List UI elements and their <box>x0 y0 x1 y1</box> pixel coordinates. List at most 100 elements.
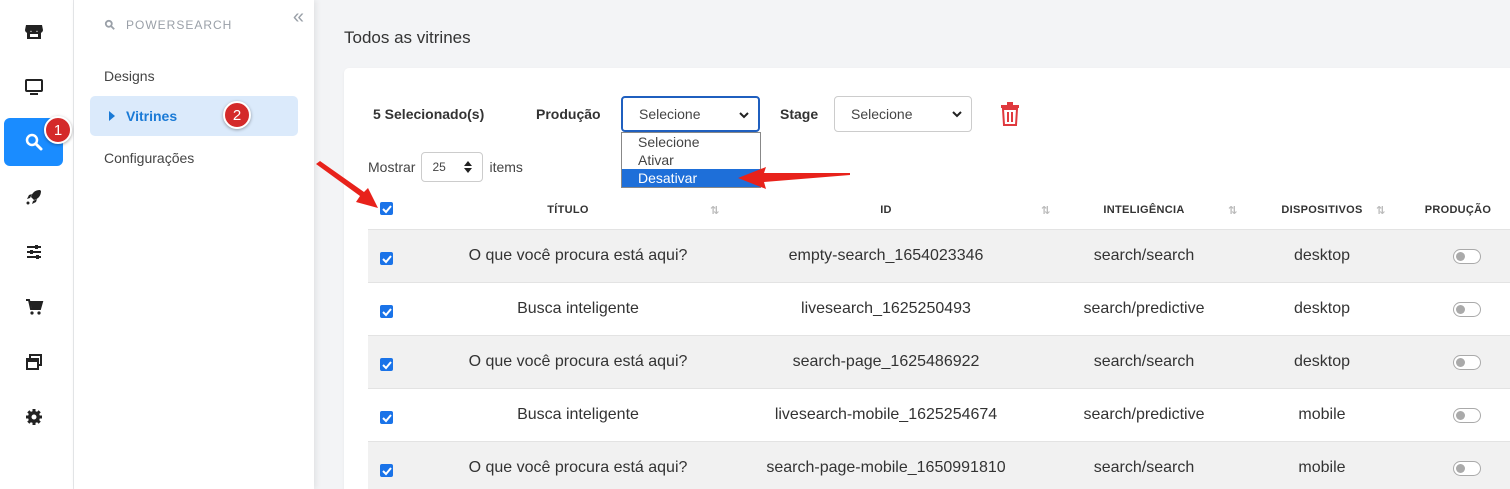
cell-inteligencia: search/predictive <box>1083 300 1205 317</box>
sort-icon[interactable]: ⇅ <box>1041 204 1051 217</box>
page-size-select[interactable]: 25 <box>421 152 484 182</box>
row-checkbox[interactable] <box>380 252 393 265</box>
sidebar: POWERSEARCH « Designs Vitrines 2 Configu… <box>74 0 314 489</box>
select-all-checkbox[interactable] <box>380 202 393 215</box>
row-checkbox[interactable] <box>380 358 393 371</box>
store-icon <box>24 25 43 39</box>
column-header-dispositivos[interactable]: DISPOSITIVOS <box>1262 204 1382 216</box>
cell-dispositivos: desktop <box>1293 300 1351 317</box>
producao-toggle[interactable] <box>1453 355 1481 370</box>
icon-rail: 1 <box>0 0 74 489</box>
cell-titulo: Busca inteligente <box>517 300 639 317</box>
cell-dispositivos: desktop <box>1293 247 1351 264</box>
row-checkbox[interactable] <box>380 464 393 477</box>
step-badge-2: 2 <box>223 101 251 129</box>
sidebar-item-configuracoes[interactable]: Configurações <box>104 150 194 166</box>
sort-icon[interactable]: ⇅ <box>1376 204 1386 217</box>
row-checkbox[interactable] <box>380 305 393 318</box>
check-icon <box>381 307 392 316</box>
sidebar-header-label: POWERSEARCH <box>126 18 233 32</box>
caret-right-icon <box>109 111 115 121</box>
cell-id: empty-search_1654023346 <box>788 247 984 264</box>
collapse-sidebar-icon[interactable]: « <box>293 6 304 29</box>
rocket-icon <box>26 190 41 205</box>
cell-inteligencia: search/search <box>1093 459 1195 476</box>
column-header-titulo[interactable]: TÍTULO <box>468 204 668 216</box>
table-row[interactable]: O que você procura está aqui? search-pag… <box>368 335 1510 388</box>
cell-titulo: O que você procura está aqui? <box>468 459 688 476</box>
show-label: Mostrar <box>368 159 416 175</box>
cell-id: search-page_1625486922 <box>792 353 980 370</box>
rail-item-monitor[interactable] <box>4 63 63 111</box>
rail-item-store[interactable] <box>4 8 63 56</box>
table-row[interactable]: O que você procura está aqui? search-pag… <box>368 441 1510 489</box>
producao-toggle[interactable] <box>1453 249 1481 264</box>
selected-count: 5 Selecionado(s) <box>373 106 485 122</box>
chevron-down-icon <box>739 112 749 119</box>
check-icon <box>381 466 392 475</box>
cell-inteligencia: search/search <box>1093 247 1195 264</box>
sort-updown-icon <box>464 161 473 173</box>
dropdown-option-selecione[interactable]: Selecione <box>622 133 760 151</box>
cell-inteligencia: search/predictive <box>1083 406 1205 423</box>
page-title: Todos as vitrines <box>344 28 471 47</box>
cell-dispositivos: desktop <box>1293 353 1351 370</box>
cell-titulo: O que você procura está aqui? <box>468 247 688 264</box>
cell-id: search-page-mobile_1650991810 <box>766 459 1006 476</box>
dropdown-option-ativar[interactable]: Ativar <box>622 151 760 169</box>
cell-titulo: O que você procura está aqui? <box>468 353 688 370</box>
windows-icon <box>25 354 42 370</box>
producao-label: Produção <box>536 106 601 122</box>
sort-icon[interactable]: ⇅ <box>1228 204 1238 217</box>
rail-item-sliders[interactable] <box>4 228 63 276</box>
cell-dispositivos: mobile <box>1298 406 1346 423</box>
chevron-down-icon <box>952 111 962 118</box>
cell-id: livesearch-mobile_1625254674 <box>774 406 998 423</box>
sidebar-item-designs[interactable]: Designs <box>104 68 155 84</box>
rail-item-rocket[interactable] <box>4 173 63 221</box>
sidebar-item-vitrines[interactable]: Vitrines <box>90 96 298 136</box>
table-row[interactable]: Busca inteligente livesearch-mobile_1625… <box>368 388 1510 441</box>
check-icon <box>381 360 392 369</box>
page-size-row: Mostrar 25 items <box>368 152 523 182</box>
items-label: items <box>489 159 523 175</box>
step-badge-1: 1 <box>44 116 72 144</box>
column-header-producao[interactable]: PRODUÇÃO <box>1413 204 1503 216</box>
cell-titulo: Busca inteligente <box>517 406 639 423</box>
rail-item-windows[interactable] <box>4 338 63 386</box>
gear-icon <box>25 409 42 425</box>
table-header: TÍTULO ⇅ ID ⇅ INTELIGÊNCIA ⇅ DISPOSITIVO… <box>368 196 1510 229</box>
cell-id: livesearch_1625250493 <box>801 300 971 317</box>
check-icon <box>381 204 392 213</box>
check-icon <box>381 413 392 422</box>
dropdown-option-desativar[interactable]: Desativar <box>622 169 760 187</box>
search-icon <box>25 133 42 151</box>
stage-label: Stage <box>780 106 819 122</box>
stage-select-value: Selecione <box>851 106 913 122</box>
sort-icon[interactable]: ⇅ <box>710 204 720 217</box>
table-row[interactable]: O que você procura está aqui? empty-sear… <box>368 229 1510 282</box>
producao-dropdown: Selecione Ativar Desativar <box>621 132 761 188</box>
producao-select[interactable]: Selecione <box>621 96 760 132</box>
search-icon <box>104 19 115 30</box>
row-checkbox[interactable] <box>380 411 393 424</box>
column-header-id[interactable]: ID <box>786 204 986 216</box>
cell-dispositivos: mobile <box>1298 459 1346 476</box>
cell-inteligencia: search/search <box>1093 353 1195 370</box>
producao-toggle[interactable] <box>1453 408 1481 423</box>
rail-item-cart[interactable] <box>4 283 63 331</box>
column-header-inteligencia[interactable]: INTELIGÊNCIA <box>1084 204 1204 216</box>
cart-icon <box>25 299 43 315</box>
producao-toggle[interactable] <box>1453 461 1481 476</box>
sidebar-header: POWERSEARCH <box>104 18 232 32</box>
rail-item-settings[interactable] <box>4 393 63 441</box>
check-icon <box>381 254 392 263</box>
producao-toggle[interactable] <box>1453 302 1481 317</box>
table-row[interactable]: Busca inteligente livesearch_1625250493 … <box>368 282 1510 335</box>
monitor-icon <box>24 79 43 95</box>
stage-select[interactable]: Selecione <box>834 96 972 132</box>
sidebar-item-label: Vitrines <box>126 108 178 124</box>
trash-icon[interactable] <box>999 102 1021 126</box>
page-size-value: 25 <box>432 160 446 174</box>
sliders-icon <box>26 245 41 259</box>
